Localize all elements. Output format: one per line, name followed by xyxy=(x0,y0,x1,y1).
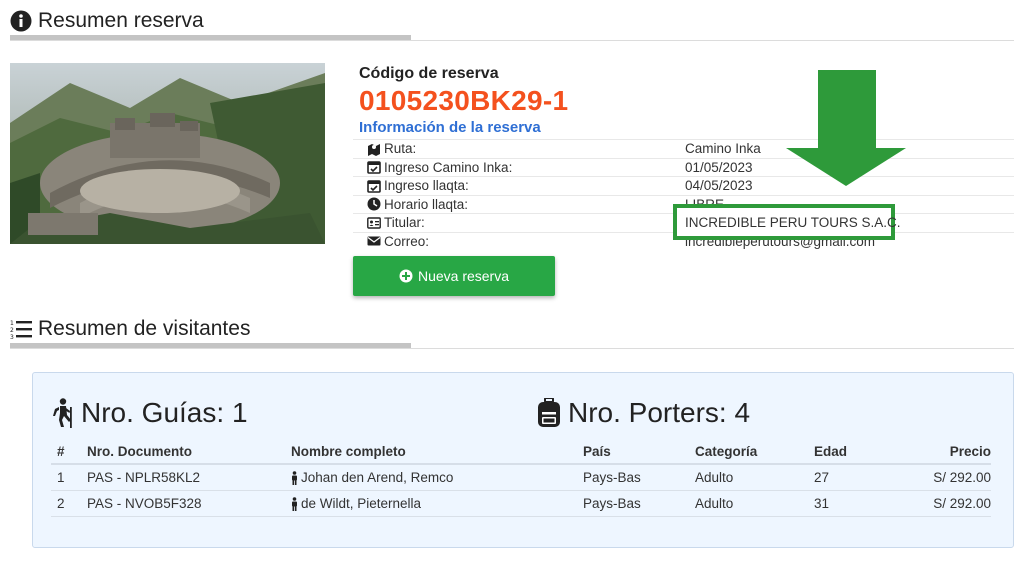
calendar-check-icon xyxy=(367,161,381,174)
visitors-summary-title: Resumen de visitantes xyxy=(38,317,251,340)
backpack-icon xyxy=(538,398,560,427)
col-num: # xyxy=(57,444,65,459)
ordered-list-icon: 1 2 3 xyxy=(10,320,32,340)
svg-text:3: 3 xyxy=(10,334,14,340)
col-category: Categoría xyxy=(695,444,758,459)
llaqta-entry-value: 04/05/2023 xyxy=(685,178,753,194)
svg-text:1: 1 xyxy=(10,320,14,327)
new-reservation-button[interactable]: Nueva reserva xyxy=(353,256,555,296)
visitors-table-header: # Nro. Documento Nombre completo País Ca… xyxy=(51,439,991,465)
guides-count: Nro. Guías: 1 xyxy=(51,397,248,429)
col-fullname: Nombre completo xyxy=(291,444,406,459)
clock-icon xyxy=(367,197,381,211)
booking-summary-title: Resumen reserva xyxy=(38,9,204,32)
svg-text:2: 2 xyxy=(10,327,14,334)
hiking-icon xyxy=(53,398,72,428)
calendar-check-icon xyxy=(367,179,381,193)
reservation-code-label: Código de reserva xyxy=(359,65,499,82)
porters-count: Nro. Porters: 4 xyxy=(536,397,750,429)
map-icon xyxy=(368,143,380,156)
detail-row-inka-entry: Ingreso Camino Inka: 01/05/2023 xyxy=(353,157,1014,177)
reservation-info-title: Información de la reserva xyxy=(359,119,541,136)
inca-ruins-photo xyxy=(10,63,325,244)
envelope-icon xyxy=(367,236,381,246)
id-card-icon xyxy=(367,217,381,229)
green-arrow-icon xyxy=(786,70,906,186)
detail-row-route: Ruta: Camino Inka xyxy=(353,139,1014,158)
person-icon xyxy=(292,470,297,485)
table-row: 2 PAS - NVOB5F328 de Wildt, Pieternella … xyxy=(51,491,991,517)
table-row: 1 PAS - NPLR58KL2 Johan den Arend, Remco… xyxy=(51,465,991,491)
col-document: Nro. Documento xyxy=(87,444,193,459)
col-country: País xyxy=(583,444,611,459)
detail-row-llaqta-entry: Ingreso llaqta: 04/05/2023 xyxy=(353,176,1014,195)
plus-circle-icon xyxy=(399,269,413,283)
visitors-panel: Nro. Guías: 1 Nro. Porters: 4 # Nro. Doc… xyxy=(32,372,1014,548)
person-icon xyxy=(292,496,297,511)
col-age: Edad xyxy=(814,444,848,459)
new-reservation-label: Nueva reserva xyxy=(417,268,510,284)
reservation-code: 0105230BK29-1 xyxy=(359,85,569,116)
col-price: Precio xyxy=(949,444,991,459)
holder-value: INCREDIBLE PERU TOURS S.A.C. xyxy=(685,215,901,230)
holder-highlight-box: INCREDIBLE PERU TOURS S.A.C. xyxy=(673,204,901,240)
visitors-table: # Nro. Documento Nombre completo País Ca… xyxy=(51,439,991,517)
info-circle-icon xyxy=(10,10,32,32)
route-value: Camino Inka xyxy=(685,141,761,156)
booking-summary-header: Resumen reserva xyxy=(10,8,1014,41)
inka-entry-value: 01/05/2023 xyxy=(685,159,753,175)
visitors-summary-header: 1 2 3 Resumen de visitantes xyxy=(10,316,1014,349)
